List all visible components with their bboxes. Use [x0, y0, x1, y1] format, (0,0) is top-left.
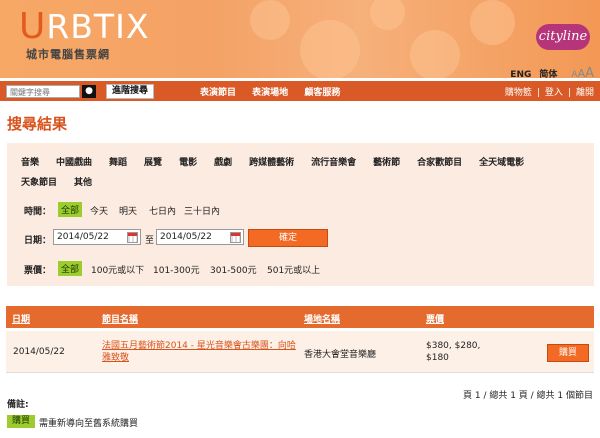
- price-option-101-300[interactable]: 101-300元: [153, 263, 200, 276]
- calendar-icon[interactable]: [127, 232, 138, 243]
- lang-eng-link[interactable]: ENG: [510, 70, 531, 78]
- time-label: 時間：: [24, 207, 52, 217]
- calendar-icon[interactable]: [230, 232, 241, 243]
- time-option-30days[interactable]: 三十日內: [184, 204, 220, 217]
- nav-link-events[interactable]: 表演節目: [200, 88, 236, 98]
- category-link[interactable]: 流行音樂會: [311, 153, 356, 173]
- category-link[interactable]: 舞蹈: [109, 153, 127, 173]
- page-title: 搜尋結果: [7, 115, 68, 133]
- legend-description: 需重新導向至舊系統購買: [39, 419, 139, 429]
- event-price: $380, $280, $180: [426, 341, 481, 363]
- category-link[interactable]: 電影: [179, 153, 197, 173]
- nav-bar: 關鍵字搜尋 ● 進階搜尋 表演節目 表演場地 顧客服務 購物籃 | 登入 | 離開: [0, 81, 600, 101]
- advanced-search-button[interactable]: 進階搜尋: [106, 84, 155, 99]
- pagination-info: 頁 1 / 總共 1 頁 / 總共 1 個節目: [463, 391, 593, 401]
- date-range-separator: 至: [145, 236, 155, 246]
- cart-link[interactable]: 購物籃: [505, 88, 532, 98]
- account-links: 購物籃 | 登入 | 離開: [504, 88, 594, 98]
- logo-subtitle: 城市電腦售票網: [26, 48, 110, 61]
- category-link[interactable]: 合家歡節目: [417, 153, 462, 173]
- price-option-over-501[interactable]: 501元或以上: [267, 263, 320, 276]
- price-label: 票價：: [24, 266, 52, 276]
- time-option-tomorrow[interactable]: 明天: [119, 204, 137, 217]
- search-icon[interactable]: ●: [82, 85, 96, 98]
- category-link[interactable]: 戲劇: [214, 153, 232, 173]
- category-link[interactable]: 其他: [74, 173, 92, 193]
- confirm-button[interactable]: 確定: [248, 229, 328, 247]
- column-header-title[interactable]: 節目名稱: [102, 312, 138, 325]
- legend-buy-badge: 購買: [7, 415, 35, 428]
- category-link[interactable]: 全天域電影: [479, 153, 524, 173]
- font-medium-button[interactable]: A: [578, 67, 586, 78]
- notes-title: 備註:: [7, 400, 29, 410]
- lang-simplified-link[interactable]: 简体: [539, 70, 557, 78]
- price-option-301-500[interactable]: 301-500元: [210, 263, 257, 276]
- date-label: 日期：: [24, 236, 52, 246]
- column-header-venue[interactable]: 場地名稱: [304, 312, 340, 325]
- time-option-7days[interactable]: 七日內: [149, 204, 176, 217]
- main-nav: 表演節目 表演場地 顧客服務: [200, 85, 353, 98]
- font-large-button[interactable]: A: [585, 66, 594, 78]
- category-link[interactable]: 音樂: [21, 153, 39, 173]
- column-header-date[interactable]: 日期: [12, 312, 30, 325]
- buy-button[interactable]: 購買: [547, 344, 589, 362]
- category-link[interactable]: 天象節目: [21, 173, 57, 193]
- time-option-today[interactable]: 今天: [90, 204, 108, 217]
- urbtix-logo[interactable]: URBTIX: [19, 6, 149, 47]
- category-link[interactable]: 中國戲曲: [56, 153, 92, 173]
- login-link[interactable]: 登入: [545, 88, 563, 98]
- event-venue: 香港大會堂音樂廳: [304, 350, 377, 360]
- language-bar: ENG 简体 AAA: [510, 66, 594, 78]
- nav-link-customer-service[interactable]: 顧客服務: [304, 88, 340, 98]
- cityline-logo[interactable]: cityline: [536, 24, 590, 50]
- category-link[interactable]: 藝術節: [373, 153, 400, 173]
- table-row: 2014/05/22 法國五月藝術節2014 - 星光音樂會古樂團：向哈 雅致敬…: [6, 331, 594, 373]
- nav-link-venues[interactable]: 表演場地: [252, 88, 288, 98]
- event-date: 2014/05/22: [13, 347, 65, 357]
- category-link[interactable]: 展覽: [144, 153, 162, 173]
- logout-link[interactable]: 離開: [576, 88, 594, 98]
- time-option-all[interactable]: 全部: [58, 202, 83, 217]
- header-decoration: [240, 0, 540, 78]
- category-link[interactable]: 跨媒體藝術: [249, 153, 294, 173]
- results-table-header: 日期 節目名稱 場地名稱 票價: [6, 306, 594, 328]
- site-header: URBTIX 城市電腦售票網 cityline ENG 简体 AAA: [0, 0, 600, 78]
- price-option-under-100[interactable]: 100元或以下: [91, 263, 144, 276]
- category-list: 音樂 中國戲曲 舞蹈 展覽 電影 戲劇 跨媒體藝術 流行音樂會 藝術節 合家歡節目 全天域電影天象節…: [21, 153, 586, 193]
- column-header-price[interactable]: 票價: [426, 312, 444, 325]
- filter-panel: 音樂 中國戲曲 舞蹈 展覽 電影 戲劇 跨媒體藝術 流行音樂會 藝術節 合家歡節目 全天域電影天象節…: [7, 143, 594, 286]
- search-input[interactable]: 關鍵字搜尋: [6, 85, 80, 98]
- event-title-link[interactable]: 法國五月藝術節2014 - 星光音樂會古樂團：向哈 雅致敬: [102, 340, 302, 364]
- price-option-all[interactable]: 全部: [58, 261, 83, 276]
